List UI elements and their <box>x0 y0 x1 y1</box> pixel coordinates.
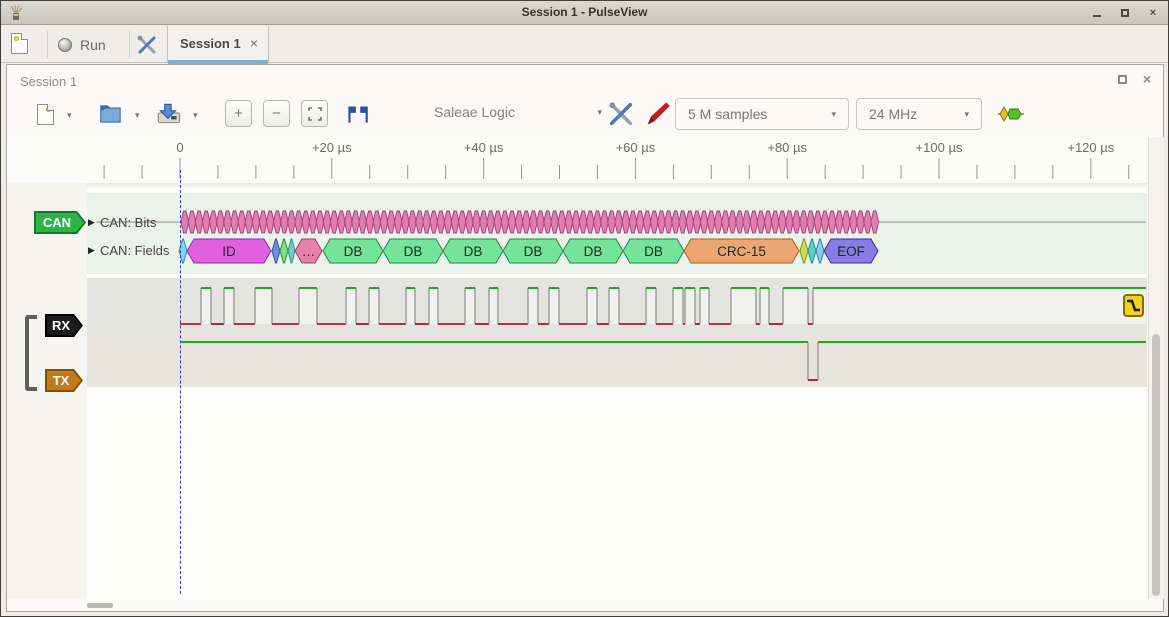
ruler-shadow <box>87 183 1147 189</box>
ruler-tick-label: +100 µs <box>916 140 963 155</box>
toolbar-separator <box>47 31 48 58</box>
channel-group-bracket <box>25 315 37 391</box>
ruler-tick-label: +60 µs <box>616 140 656 155</box>
toolbar-separator <box>129 31 130 58</box>
sample-rate-value: 24 MHz <box>869 106 917 122</box>
zoom-fit-icon <box>308 107 322 121</box>
device-selector[interactable]: Saleae Logic ▾ <box>434 104 602 120</box>
sample-rate-select[interactable]: 24 MHz ▾ <box>856 98 982 130</box>
vertical-scrollbar[interactable] <box>1148 137 1164 599</box>
channel-tag-rx[interactable]: RX <box>45 314 83 337</box>
tab-session-1[interactable]: Session 1 × <box>167 26 269 63</box>
tab-close-icon[interactable]: × <box>250 35 258 51</box>
zoom-fit-button[interactable] <box>301 100 328 127</box>
trigger-flags-icon[interactable] <box>343 100 371 128</box>
window-title: Session 1 - PulseView <box>1 5 1168 19</box>
channel-tag-tx[interactable]: TX <box>45 369 83 392</box>
session-toolbar: ▾ ▾ ▾ + − Saleae Logic ▾ <box>7 96 1163 136</box>
device-name: Saleae Logic <box>434 104 515 120</box>
new-view-button[interactable] <box>31 100 59 128</box>
horizontal-scrollbar[interactable] <box>7 600 1163 611</box>
run-state-icon <box>58 38 72 52</box>
pulseview-window: Session 1 - PulseView × Run Session 1 × <box>0 0 1169 617</box>
new-document-icon <box>11 33 28 54</box>
sample-count-caret: ▾ <box>831 109 836 120</box>
open-dropdown-caret[interactable]: ▾ <box>135 110 140 121</box>
save-dropdown-caret[interactable]: ▾ <box>193 110 198 121</box>
tab-label: Session 1 <box>180 36 241 51</box>
horizontal-scrollbar-thumb[interactable] <box>87 603 113 608</box>
decoder-tag-label: CAN <box>36 213 84 232</box>
device-dropdown-caret: ▾ <box>597 107 602 118</box>
device-config-icon[interactable] <box>607 100 635 128</box>
sample-count-value: 5 M samples <box>688 106 767 122</box>
tx-band <box>87 334 1147 387</box>
ruler-tick-label: 0 <box>176 140 183 155</box>
minimize-button[interactable] <box>1090 6 1104 20</box>
settings-icon[interactable] <box>135 33 159 57</box>
run-label: Run <box>80 37 106 53</box>
bits-row-expand-icon[interactable]: ▶ <box>88 217 95 228</box>
zoom-in-button[interactable]: + <box>225 100 252 127</box>
rx-band <box>87 278 1147 334</box>
time-ruler[interactable]: 0 +20 µs +40 µs +60 µs +80 µs +100 µs +120 µs <box>87 137 1147 183</box>
save-file-icon[interactable] <box>155 100 183 128</box>
probe-icon[interactable] <box>643 100 671 128</box>
run-button[interactable]: Run <box>58 33 106 57</box>
zoom-out-button[interactable]: − <box>263 100 290 127</box>
ruler-tick-label: +120 µs <box>1067 140 1114 155</box>
main-toolbar: Run Session 1 × <box>1 26 1168 63</box>
new-view-icon <box>37 104 54 125</box>
title-bar[interactable]: Session 1 - PulseView × <box>1 1 1168 25</box>
decoder-band <box>87 193 1147 274</box>
new-view-dropdown-caret[interactable]: ▾ <box>67 110 72 121</box>
trigger-marker[interactable] <box>1123 294 1144 317</box>
vertical-scrollbar-thumb[interactable] <box>1152 334 1160 596</box>
open-file-icon[interactable] <box>97 100 125 128</box>
add-decoder-icon[interactable] <box>997 100 1025 128</box>
bits-row-label: CAN: Bits <box>100 215 156 230</box>
ruler-tick-label: +20 µs <box>312 140 352 155</box>
decoder-tag-can[interactable]: CAN <box>34 211 86 234</box>
new-session-button[interactable] <box>11 33 37 57</box>
ruler-tick-label: +80 µs <box>767 140 807 155</box>
ruler-tick-label: +40 µs <box>464 140 504 155</box>
ruler-corner <box>7 137 87 183</box>
close-button[interactable]: × <box>1146 6 1160 20</box>
sample-rate-caret: ▾ <box>964 109 969 120</box>
maximize-button[interactable] <box>1118 6 1132 20</box>
fields-row-label: CAN: Fields <box>100 243 169 258</box>
time-cursor[interactable] <box>180 170 181 594</box>
panel-close-icon[interactable]: × <box>1143 74 1151 84</box>
panel-float-icon[interactable] <box>1118 75 1127 84</box>
panel-title: Session 1 <box>20 74 77 89</box>
fields-row-expand-icon[interactable]: ▶ <box>88 245 95 256</box>
sample-count-select[interactable]: 5 M samples ▾ <box>675 98 849 130</box>
falling-edge-icon <box>1126 298 1141 313</box>
